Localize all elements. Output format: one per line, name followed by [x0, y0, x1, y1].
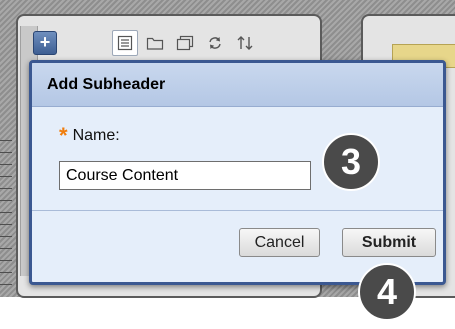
folder-icon[interactable]	[142, 30, 168, 56]
refresh-icon[interactable]	[202, 30, 228, 56]
menu-toolbar	[112, 29, 262, 57]
step-badge-four: 4	[358, 263, 416, 321]
cancel-button[interactable]: Cancel	[239, 228, 320, 257]
window-icon[interactable]	[172, 30, 198, 56]
add-menu-item-button[interactable]: +	[33, 31, 57, 55]
submit-button[interactable]: Submit	[342, 228, 436, 257]
dialog-title: Add Subheader	[32, 63, 443, 107]
add-subheader-dialog: Add Subheader * Name: Cancel Submit	[29, 60, 446, 285]
name-label-text: Name:	[72, 127, 120, 144]
name-field-label: * Name:	[59, 123, 120, 148]
name-input[interactable]	[59, 161, 311, 190]
list-view-icon[interactable]	[112, 30, 138, 56]
sort-icon[interactable]	[232, 30, 258, 56]
step-badge-three: 3	[322, 133, 380, 191]
background-tick-marks	[0, 140, 12, 290]
required-star-icon: *	[59, 123, 68, 148]
dialog-divider	[32, 210, 443, 211]
